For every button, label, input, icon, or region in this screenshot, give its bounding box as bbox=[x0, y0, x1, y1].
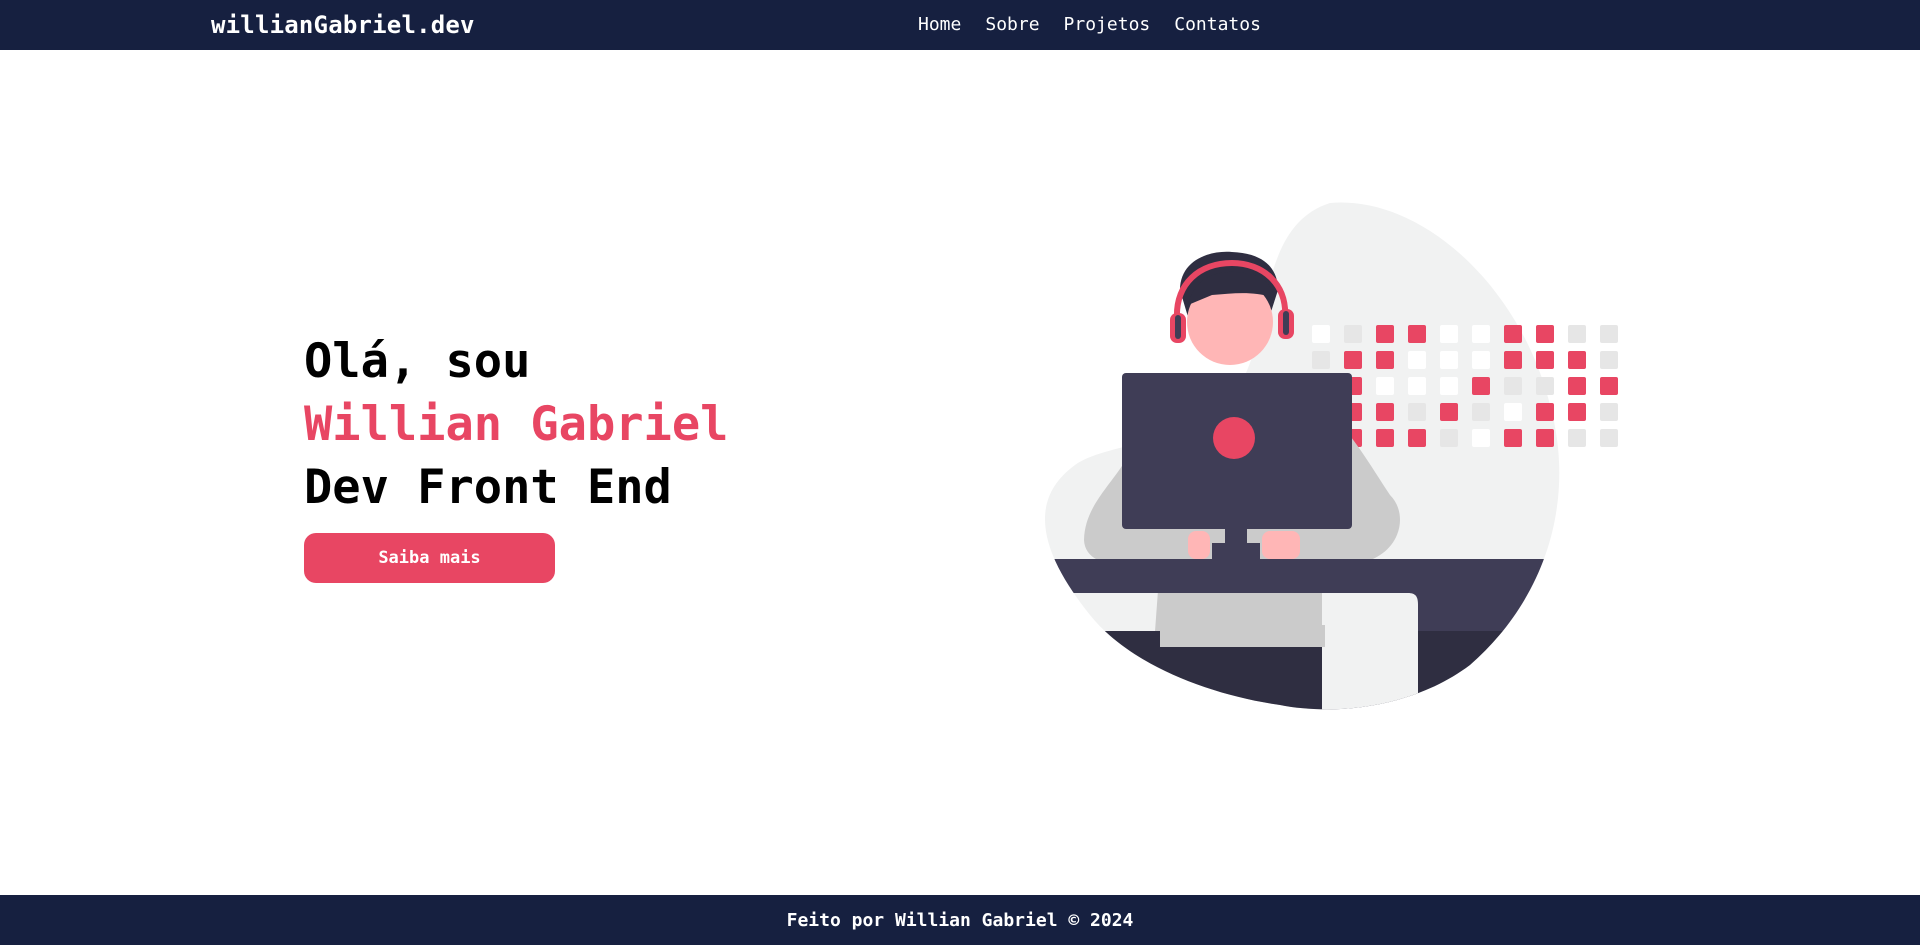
page: willianGabriel.dev Home Sobre Projetos C… bbox=[0, 0, 1920, 945]
hero-heading: Olá, sou Willian Gabriel Dev Front End bbox=[304, 330, 728, 519]
top-navbar: willianGabriel.dev Home Sobre Projetos C… bbox=[0, 0, 1920, 50]
footer-credit: Feito por Willian Gabriel © 2024 bbox=[786, 909, 1134, 931]
nav-link-home[interactable]: Home bbox=[918, 14, 961, 36]
nav-link-projetos[interactable]: Projetos bbox=[1064, 14, 1151, 36]
nav-link-sobre[interactable]: Sobre bbox=[985, 14, 1039, 36]
developer-with-headphones-illustration-icon bbox=[1044, 202, 1618, 710]
desk-top bbox=[1044, 559, 1560, 593]
brand-logo-link[interactable]: willianGabriel.dev bbox=[211, 9, 475, 41]
nav-link-contatos[interactable]: Contatos bbox=[1174, 14, 1261, 36]
page-footer: Feito por Willian Gabriel © 2024 bbox=[0, 895, 1920, 945]
hero-name: Willian Gabriel bbox=[304, 397, 729, 452]
hero-greeting: Olá, sou bbox=[304, 334, 531, 389]
main-nav: Home Sobre Projetos Contatos bbox=[918, 14, 1261, 36]
hero-role: Dev Front End bbox=[304, 460, 672, 515]
saiba-mais-button[interactable]: Saiba mais bbox=[304, 533, 555, 583]
